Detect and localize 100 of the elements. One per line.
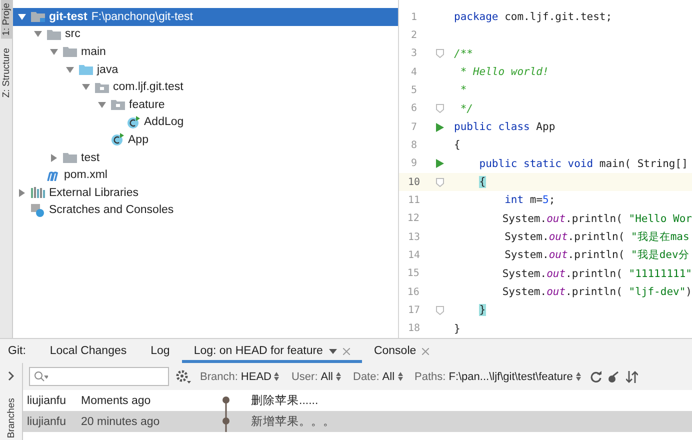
- refresh-icon[interactable]: [590, 370, 602, 382]
- tree-item-label[interactable]: Scratches and Consoles: [49, 204, 174, 216]
- line-number: 7: [410, 122, 418, 133]
- line-number: 3: [410, 48, 418, 60]
- updown-icon: [398, 372, 403, 381]
- code-line: System.out.println( "我是dev分: [504, 248, 690, 262]
- search-icon: [34, 371, 48, 382]
- fold-icon[interactable]: [436, 104, 444, 114]
- filter-dropdown[interactable]: Branch: HEAD: [197, 370, 282, 382]
- tree-item-label[interactable]: feature: [129, 98, 165, 111]
- tool-window-tab[interactable]: Z: Structure: [0, 44, 12, 100]
- cherry-icon[interactable]: [608, 370, 620, 382]
- commit-time: 20 minutes ago: [80, 416, 161, 428]
- folder-icon: [63, 46, 77, 58]
- search-field[interactable]: [29, 367, 169, 386]
- run-icon[interactable]: [436, 159, 444, 168]
- code-line: * Hello world!: [459, 66, 549, 78]
- line-number: 9: [410, 158, 418, 170]
- line-number: 11: [406, 194, 422, 206]
- tree-item-label[interactable]: AddLog: [144, 116, 184, 128]
- close-icon[interactable]: [342, 348, 350, 354]
- tree-row[interactable]: com.ljf.git.test: [13, 78, 398, 96]
- tree-row[interactable]: test: [13, 148, 398, 166]
- run-icon[interactable]: [436, 122, 444, 132]
- collapse-arrow-icon[interactable]: [66, 66, 74, 74]
- commit-message: 删除苹果......: [251, 394, 318, 408]
- fold-icon[interactable]: [436, 306, 444, 315]
- folder-icon: [47, 28, 61, 40]
- tree-item-label[interactable]: main: [81, 46, 106, 58]
- panel-tab[interactable]: Console: [362, 339, 442, 363]
- filter-dropdown[interactable]: User: All: [288, 370, 344, 382]
- updown-icon: [576, 372, 581, 381]
- line-number: 14: [406, 250, 422, 261]
- code-line: System.out.println( "ljf-dev"): [501, 286, 692, 298]
- line-number: 16: [406, 286, 420, 298]
- collapse-arrow-icon[interactable]: [50, 48, 58, 56]
- code-line: public class App: [453, 121, 556, 134]
- code-line: */: [459, 102, 473, 115]
- tree-item-label[interactable]: App: [128, 134, 148, 146]
- code-line: public static void main( String[]: [478, 158, 688, 170]
- code-line: /**: [453, 48, 473, 60]
- dropdown-icon[interactable]: [328, 348, 337, 354]
- code-line: System.out.println( "我是在mas: [504, 230, 690, 244]
- tree-row[interactable]: src: [13, 26, 398, 44]
- line-number: 6: [410, 103, 418, 114]
- expand-arrow-icon[interactable]: [50, 154, 58, 162]
- tool-window-tab[interactable]: 1: Proje: [0, 0, 12, 39]
- fold-icon[interactable]: [436, 178, 444, 187]
- tree-item-label[interactable]: pom.xml: [64, 169, 108, 182]
- folder-icon: [31, 11, 45, 22]
- libraries-icon: [31, 187, 45, 198]
- line-number: 10: [406, 176, 422, 188]
- tree-item-label[interactable]: External Libraries: [49, 186, 138, 199]
- tree-row[interactable]: git-test F:\panchong\git-test: [13, 8, 398, 26]
- tree-item-label[interactable]: com.ljf.git.test: [113, 81, 184, 94]
- tree-row[interactable]: App: [13, 131, 398, 149]
- tree-row[interactable]: feature: [13, 96, 398, 114]
- expand-arrow-icon[interactable]: [18, 188, 26, 197]
- filter-dropdown[interactable]: Paths: F:\pan...\ljf\git\test\feature: [412, 370, 584, 382]
- tree-row[interactable]: External Libraries: [13, 184, 398, 202]
- fold-icon[interactable]: [436, 49, 444, 58]
- updown-icon: [274, 372, 280, 381]
- tree-row[interactable]: java: [13, 60, 398, 78]
- tree-item-label[interactable]: git-test: [49, 10, 88, 23]
- collapse-arrow-icon[interactable]: [98, 100, 106, 109]
- panel-tab[interactable]: Log: [138, 339, 182, 363]
- line-number: 18: [406, 323, 422, 334]
- tree-row[interactable]: AddLog: [13, 114, 398, 132]
- commit-message: 新增苹果。。。: [251, 414, 335, 429]
- filter-dropdown[interactable]: Date: All: [350, 370, 406, 382]
- folder-icon: [79, 64, 93, 76]
- folder-icon: [111, 99, 125, 110]
- chevron-right-icon[interactable]: [8, 371, 14, 381]
- commit-row[interactable]: liujianfu Moments ago 删除苹果......: [23, 390, 692, 411]
- commit-row[interactable]: liujianfu 20 minutes ago 新增苹果。。。: [23, 411, 692, 432]
- code-line: }: [453, 322, 460, 335]
- sort-icon[interactable]: [626, 370, 638, 382]
- updown-icon: [336, 372, 341, 381]
- code-line: System.out.println( "Hello Wor: [501, 212, 692, 225]
- tree-item-label[interactable]: test: [81, 152, 100, 164]
- panel-tab[interactable]: Local Changes: [38, 339, 139, 363]
- collapse-arrow-icon[interactable]: [82, 83, 90, 92]
- tree-item-path: F:\panchong\git-test: [91, 10, 193, 23]
- collapse-arrow-icon[interactable]: [34, 30, 42, 38]
- collapse-arrow-icon[interactable]: [18, 12, 26, 21]
- line-number: 2: [410, 30, 418, 41]
- folder-icon: [63, 152, 77, 164]
- code-line: System.out.println( "11111111": [501, 268, 692, 280]
- commit-author: liujianfu: [26, 394, 67, 406]
- settings-icon[interactable]: [175, 369, 191, 384]
- close-icon[interactable]: [422, 348, 430, 354]
- tree-item-label[interactable]: java: [97, 64, 118, 76]
- folder-icon: [95, 82, 109, 93]
- code-line: *: [459, 84, 467, 96]
- tree-row[interactable]: Scratches and Consoles: [13, 202, 398, 220]
- line-number: 4: [410, 66, 418, 78]
- tree-row[interactable]: pom.xml: [13, 166, 398, 184]
- tree-item-label[interactable]: src: [65, 28, 80, 40]
- tree-row[interactable]: main: [13, 43, 398, 61]
- class-icon: [111, 133, 124, 146]
